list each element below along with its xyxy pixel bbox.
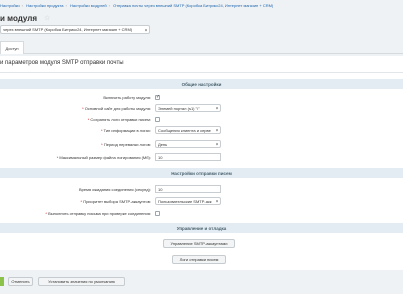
connection-timeout-input[interactable]: 10: [155, 185, 221, 193]
tab-access[interactable]: Доступ: [0, 41, 24, 54]
tab-label: Доступ: [5, 45, 19, 51]
page-title: и модуля: [0, 13, 38, 23]
row-label-enable-module: Включить работу модуля:: [103, 95, 151, 100]
breadcrumb-item[interactable]: Настройки продукта: [26, 3, 63, 8]
main-site-select-value: Элемей портал (s1) "/": [158, 105, 200, 111]
row-label-save-logs: * Сохранять логи отправки писем:: [87, 117, 151, 122]
row-label-connection-timeout: Время ожидания соединения (секунд):: [79, 187, 151, 192]
chevron-down-icon: ▾: [144, 27, 147, 32]
manage-smtp-accounts-button[interactable]: Управление SMTP-аккаунтами: [163, 239, 235, 248]
breadcrumb-item[interactable]: Настройки: [0, 3, 20, 8]
chevron-right-icon: ›: [21, 3, 23, 8]
chevron-down-icon: ▾: [215, 141, 218, 147]
send-on-check-checkbox[interactable]: [155, 211, 160, 216]
account-priority-value: Пользовательские SMTP-акк: [158, 198, 212, 204]
chevron-down-icon: ▾: [215, 127, 218, 133]
row-label-log-info-type: * Тип информации в логах:: [100, 128, 151, 133]
chevron-right-icon: ›: [108, 3, 110, 8]
footer-bar: Отменить Установить значения по умолчани…: [0, 270, 403, 294]
chevron-down-icon: ▾: [215, 198, 218, 204]
section-sending-header: Настройки отправки писем: [0, 168, 403, 178]
star-icon[interactable]: ☆: [44, 14, 50, 22]
panel-title: и параметров модуля SMTP отправки почты: [0, 60, 124, 66]
divider: [0, 72, 403, 73]
row-label-log-rotation: * Период перевалки логов:: [101, 142, 151, 147]
chevron-down-icon: ▾: [215, 105, 218, 111]
module-select[interactable]: через внешний SMTP (Коробка Битрикс24, И…: [0, 25, 150, 34]
breadcrumb: Настройки › Настройки продукта › Настройки…: [0, 3, 273, 8]
row-label-account-priority: * Приоритет выбора SMTP-аккаунтов:: [80, 199, 152, 204]
section-management-header: Управление и отладка: [0, 223, 403, 233]
log-info-type-select[interactable]: Сообщения клиента и серве ▾: [155, 126, 221, 134]
settings-panel: и параметров модуля SMTP отправки почты …: [0, 56, 403, 270]
row-label-main-site: * Основной сайт для работы модуля:: [82, 106, 151, 111]
cancel-button[interactable]: Отменить: [8, 277, 33, 286]
send-logs-button[interactable]: Логи отправки писем: [172, 255, 226, 264]
restore-defaults-button[interactable]: Установить значения по умолчанию: [38, 277, 125, 286]
enable-module-checkbox[interactable]: [155, 94, 160, 101]
log-rotation-value: День: [158, 141, 168, 147]
tab-bar: Доступ: [0, 40, 403, 54]
section-general-header: Общие настройки: [0, 79, 403, 89]
row-label-max-log-size: * Максимальный размер файла логирования …: [56, 155, 151, 160]
breadcrumb-item[interactable]: Настройки модулей: [70, 3, 107, 8]
save-button[interactable]: [0, 277, 4, 286]
row-label-send-on-check: * Выполнять отправку письма при проверке…: [45, 211, 151, 216]
log-info-type-value: Сообщения клиента и серве: [158, 127, 211, 133]
chevron-right-icon: ›: [65, 3, 67, 8]
save-logs-checkbox[interactable]: [155, 117, 160, 122]
account-priority-select[interactable]: Пользовательские SMTP-акк ▾: [155, 197, 221, 205]
module-select-value: через внешний SMTP (Коробка Битрикс24, И…: [3, 27, 133, 32]
main-site-select[interactable]: Элемей портал (s1) "/" ▾: [155, 104, 221, 112]
max-log-size-input[interactable]: 10: [155, 153, 221, 161]
breadcrumb-item[interactable]: Отправка почты через внешний SMTP (Короб…: [113, 3, 273, 8]
log-rotation-select[interactable]: День ▾: [155, 140, 221, 148]
page-header: и модуля ☆: [0, 13, 50, 23]
